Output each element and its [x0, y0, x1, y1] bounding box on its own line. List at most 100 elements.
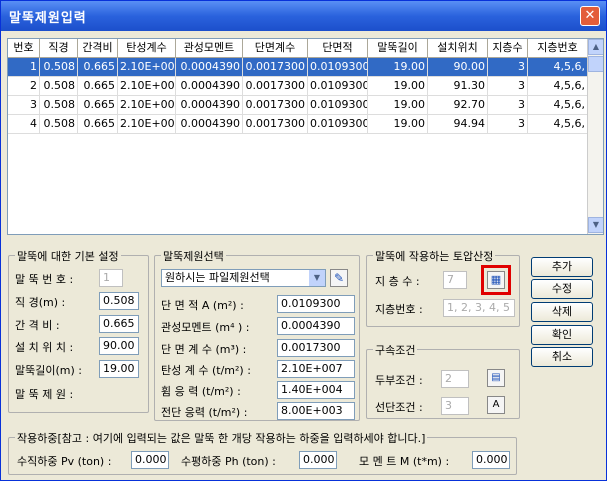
table-cell: 0.0109300 [308, 96, 368, 115]
table-cell: 4,5,6, [528, 96, 588, 115]
tip-condition-button[interactable]: A [487, 396, 505, 414]
scroll-up-icon[interactable]: ▲ [588, 39, 603, 55]
column-header[interactable]: 탄성계수 [118, 39, 176, 58]
table-cell: 3 [488, 115, 528, 134]
table-cell: 0.0109300 [308, 58, 368, 77]
table-cell: 3 [488, 58, 528, 77]
column-header[interactable]: 지층수 [488, 39, 528, 58]
area-input[interactable]: 0.0109300 [277, 295, 355, 313]
add-button[interactable]: 추가 [531, 257, 593, 277]
pile-table[interactable]: 번호 직경 간격비 탄성계수 관성모멘트 단면계수 단면적 말뚝길이 설치위치 지층수 지층번호 1… [7, 38, 604, 235]
table-cell: 19.00 [368, 58, 428, 77]
table-cell: 3 [488, 77, 528, 96]
table-cell: 0.0109300 [308, 115, 368, 134]
table-cell: 3 [488, 96, 528, 115]
table-cell: 91.30 [428, 77, 488, 96]
table-cell: 0.0004390 [176, 96, 243, 115]
table-cell: 2.10E+007 [118, 96, 176, 115]
bending-label: 휨 응 력 (t/m²) : [161, 385, 241, 398]
table-cell: 0.665 [78, 58, 118, 77]
column-header[interactable]: 지층번호 [528, 39, 588, 58]
table-cell: 0.508 [40, 115, 78, 134]
layers-label: 지 층 수 : [375, 275, 420, 288]
tip-condition-input[interactable]: 3 [441, 397, 469, 415]
edit-button[interactable]: 수정 [531, 279, 593, 299]
inertia-input[interactable]: 0.0004390 [277, 317, 355, 335]
table-cell: 4,5,6, [528, 77, 588, 96]
table-cell: 0.0017300 [243, 96, 308, 115]
table-cell: 0.0109300 [308, 77, 368, 96]
table-cell: 2.10E+007 [118, 58, 176, 77]
table-cell: 0.665 [78, 115, 118, 134]
layer-no-input[interactable]: 1, 2, 3, 4, 5 [443, 299, 515, 317]
restraint-legend: 구속조건 [373, 342, 418, 358]
table-cell: 4 [8, 115, 40, 134]
table-row[interactable]: 3 0.508 0.665 2.10E+007 0.0004390 0.0017300 0.… [8, 96, 588, 115]
layer-no-label: 지층번호 : [375, 303, 423, 316]
horizontal-load-label: 수평하중 Ph (ton) : [181, 455, 276, 468]
pile-no-input[interactable]: 1 [99, 269, 123, 287]
horizontal-load-input[interactable]: 0.000 [299, 451, 337, 469]
column-header[interactable]: 단면적 [308, 39, 368, 58]
vertical-load-label: 수직하중 Pv (ton) : [17, 455, 112, 468]
tip-condition-label: 선단조건 : [375, 401, 423, 414]
delete-button[interactable]: 삭제 [531, 302, 593, 322]
head-condition-input[interactable]: 2 [441, 370, 469, 388]
table-cell: 0.0017300 [243, 115, 308, 134]
bending-input[interactable]: 1.40E+004 [277, 381, 355, 399]
scroll-thumb[interactable] [588, 56, 603, 72]
column-header[interactable]: 단면계수 [243, 39, 308, 58]
table-row[interactable]: 2 0.508 0.665 2.10E+007 0.0004390 0.0017300 0.… [8, 77, 588, 96]
edit-spec-icon[interactable]: ✎ [330, 269, 348, 287]
table-cell: 0.508 [40, 96, 78, 115]
close-button[interactable]: ✕ [580, 6, 600, 26]
head-condition-label: 두부조건 : [375, 374, 423, 387]
layer-calc-icon[interactable]: ▦ [487, 271, 505, 289]
elastic-input[interactable]: 2.10E+007 [277, 360, 355, 378]
spec-dropdown-value: 원하시는 파일제원선택 [165, 271, 270, 284]
dialog-window: 말뚝제원입력 ✕ 번호 직경 간격비 탄성계수 관성모멘트 단면계수 단면적 말뚝길이 설치위치… [0, 0, 607, 481]
length-input[interactable]: 19.00 [99, 360, 139, 378]
spec-dropdown[interactable]: 원하시는 파일제원선택 ▼ [161, 269, 326, 287]
table-cell: 2.10E+007 [118, 115, 176, 134]
table-cell: 0.665 [78, 96, 118, 115]
table-cell: 19.00 [368, 115, 428, 134]
spacing-label: 간 격 비 : [15, 319, 60, 332]
position-input[interactable]: 90.00 [99, 337, 139, 355]
inertia-label: 관성모멘트 (m⁴ ) : [161, 321, 250, 334]
shear-input[interactable]: 8.00E+003 [277, 402, 355, 420]
length-label: 말뚝길이(m) : [15, 364, 82, 377]
table-cell: 4,5,6, [528, 58, 588, 77]
table-cell: 1 [8, 58, 40, 77]
ok-button[interactable]: 확인 [531, 325, 593, 345]
table-cell: 19.00 [368, 77, 428, 96]
modulus-input[interactable]: 0.0017300 [277, 339, 355, 357]
restraint-group: 구속조건 두부조건 : 2 ▤ 선단조건 : 3 A [366, 342, 520, 419]
column-header[interactable]: 직경 [40, 39, 78, 58]
spec-select-group: 말뚝제원선택 원하시는 파일제원선택 ▼ ✎ 단 면 적 A (m²) : 0.… [154, 248, 360, 421]
basic-settings-legend: 말뚝에 대한 기본 설정 [15, 248, 121, 264]
column-header[interactable]: 설치위치 [428, 39, 488, 58]
table-cell: 0.0004390 [176, 77, 243, 96]
table-cell: 0.0017300 [243, 77, 308, 96]
layers-input[interactable]: 7 [443, 271, 467, 289]
moment-input[interactable]: 0.000 [472, 451, 510, 469]
column-header[interactable]: 번호 [8, 39, 40, 58]
table-row[interactable]: 4 0.508 0.665 2.10E+007 0.0004390 0.0017300 0.… [8, 115, 588, 134]
cancel-button[interactable]: 취소 [531, 347, 593, 367]
chevron-down-icon[interactable]: ▼ [309, 270, 325, 286]
table-cell: 94.94 [428, 115, 488, 134]
vertical-scrollbar[interactable]: ▲ ▼ [587, 39, 603, 234]
column-header[interactable]: 간격비 [78, 39, 118, 58]
vertical-load-input[interactable]: 0.000 [131, 451, 169, 469]
load-legend: 작용하중[참고 : 여기에 입력되는 값은 말뚝 한 개당 작용하는 하중을 입… [15, 430, 428, 446]
head-condition-icon[interactable]: ▤ [487, 369, 505, 387]
table-row[interactable]: 1 0.508 0.665 2.10E+007 0.0004390 0.0017300 0.… [8, 58, 588, 77]
table-cell: 92.70 [428, 96, 488, 115]
column-header[interactable]: 말뚝길이 [368, 39, 428, 58]
spacing-input[interactable]: 0.665 [99, 315, 139, 333]
diameter-input[interactable]: 0.508 [99, 292, 139, 310]
scroll-down-icon[interactable]: ▼ [588, 217, 603, 233]
shear-label: 전단 응력 (t/m²) : [161, 406, 248, 419]
column-header[interactable]: 관성모멘트 [176, 39, 243, 58]
